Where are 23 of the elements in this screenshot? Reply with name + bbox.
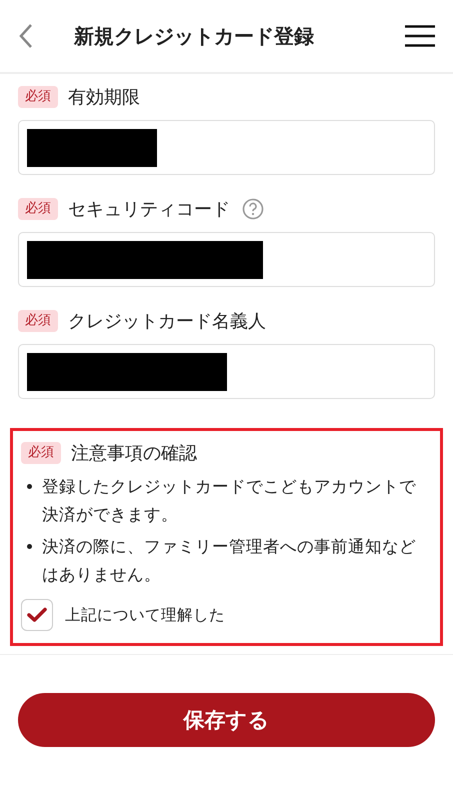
field-label: クレジットカード名義人 bbox=[68, 310, 266, 333]
field-label: セキュリティコード bbox=[68, 198, 230, 221]
required-badge: 必須 bbox=[18, 86, 58, 108]
required-badge: 必須 bbox=[21, 442, 61, 464]
checkbox[interactable] bbox=[21, 599, 53, 631]
check-icon bbox=[27, 607, 47, 623]
required-badge: 必須 bbox=[18, 198, 58, 220]
notice-text: 決済の際に、ファミリー管理者への事前通知などはありません。 bbox=[42, 536, 417, 586]
input-field[interactable] bbox=[18, 344, 435, 399]
checkbox-label: 上記について理解した bbox=[65, 604, 225, 626]
back-icon[interactable] bbox=[18, 23, 34, 49]
notice-text: 登録したクレジットカードでこどもアカウントで決済ができます。 bbox=[42, 476, 417, 526]
required-badge: 必須 bbox=[18, 310, 58, 332]
field-label: 有効期限 bbox=[68, 86, 140, 109]
save-button[interactable]: 保存する bbox=[18, 693, 435, 747]
section-title: 注意事項の確認 bbox=[71, 442, 197, 465]
help-icon[interactable] bbox=[242, 198, 264, 220]
page-title: 新規クレジットカード登録 bbox=[74, 22, 315, 50]
bullet-dot bbox=[27, 544, 32, 549]
input-field[interactable] bbox=[18, 120, 435, 175]
bullet-dot bbox=[27, 484, 32, 489]
input-field[interactable] bbox=[18, 232, 435, 287]
menu-icon[interactable] bbox=[405, 25, 435, 47]
